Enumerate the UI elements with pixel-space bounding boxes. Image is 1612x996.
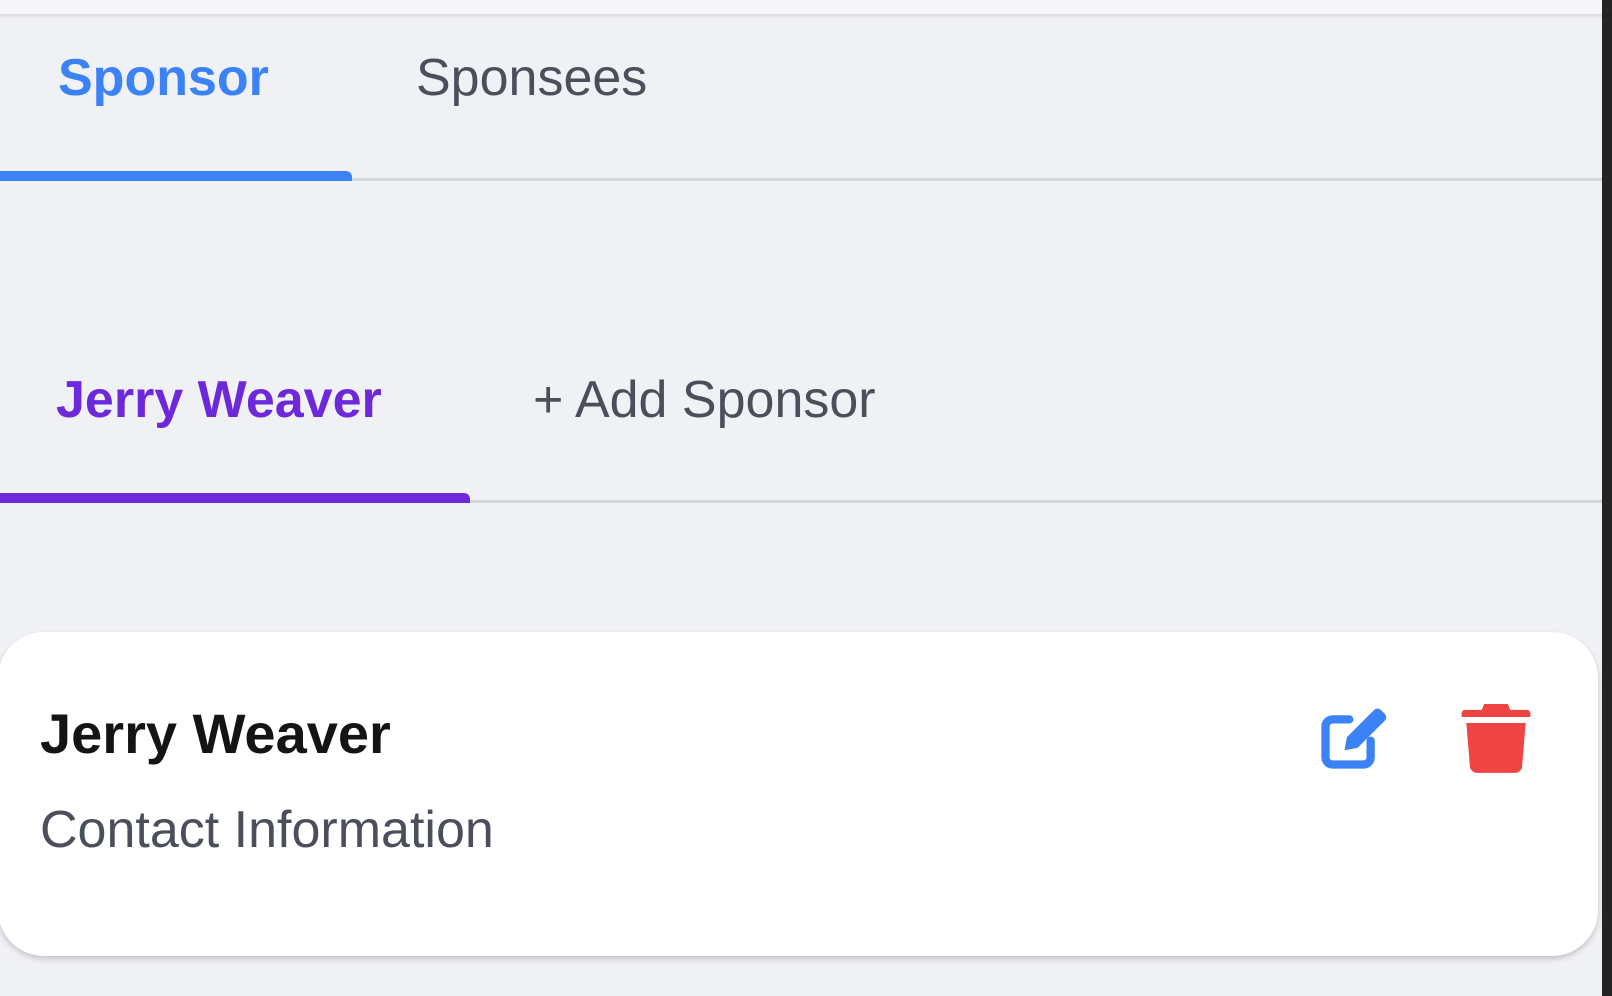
top-bar (0, 0, 1612, 14)
sponsor-card: Jerry Weaver Contact Information (0, 632, 1598, 956)
tab-sponsor-jerry-weaver[interactable]: Jerry Weaver (56, 370, 382, 430)
add-sponsor-tab[interactable]: + Add Sponsor (533, 370, 876, 430)
active-tab-indicator (0, 171, 352, 181)
delete-button[interactable] (1458, 698, 1534, 774)
primary-tab-bar: Sponsor Sponsees (0, 20, 1602, 181)
edit-button[interactable] (1316, 698, 1392, 774)
sponsor-name: Jerry Weaver (40, 702, 391, 765)
trash-icon (1461, 703, 1531, 773)
tab-sponsees[interactable]: Sponsees (416, 48, 647, 108)
tab-sponsor[interactable]: Sponsor (58, 48, 269, 108)
contact-information-label: Contact Information (40, 801, 494, 859)
active-sponsor-tab-indicator (0, 493, 470, 503)
sponsor-tab-bar: Jerry Weaver + Add Sponsor (0, 338, 1602, 503)
edit-icon (1321, 708, 1387, 769)
window-edge (1602, 0, 1612, 996)
